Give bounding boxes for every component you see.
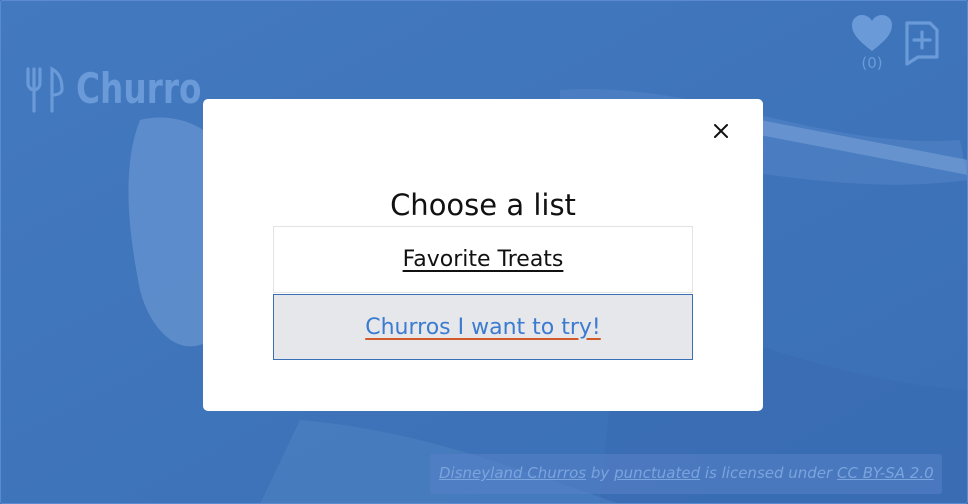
- photo-attribution: Disneyland Churros by punctuated is lice…: [430, 454, 942, 494]
- dialog-title: Choose a list: [390, 188, 576, 222]
- favorites-button[interactable]: (0): [850, 14, 894, 72]
- list-option-churros-to-try[interactable]: Churros I want to try!: [273, 294, 693, 360]
- attribution-license-link[interactable]: CC BY-SA 2.0: [837, 464, 934, 482]
- attribution-by: by: [590, 464, 610, 482]
- attribution-work-link[interactable]: Disneyland Churros: [439, 464, 586, 482]
- heart-icon: [852, 15, 892, 51]
- list-option-favorite-treats[interactable]: Favorite Treats: [273, 226, 693, 293]
- choose-list-dialog: Choose a list Favorite Treats Churros I …: [203, 99, 763, 411]
- fork-knife-icon: [26, 65, 64, 113]
- attribution-author-link[interactable]: punctuated: [614, 464, 700, 482]
- close-icon[interactable]: [709, 119, 733, 143]
- attribution-licensed: is licensed under: [704, 464, 833, 482]
- favorites-count: (0): [861, 54, 883, 72]
- page-title: Churro: [76, 64, 202, 113]
- add-to-list-icon[interactable]: [904, 20, 940, 66]
